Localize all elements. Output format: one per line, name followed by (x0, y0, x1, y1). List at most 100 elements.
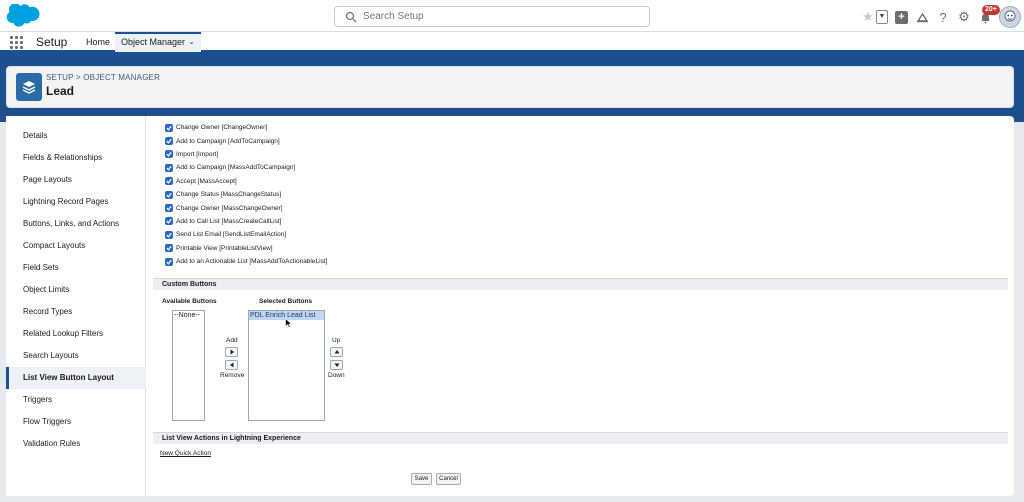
checkbox-label: Printable View [PrintableListView] (176, 244, 273, 252)
search-icon (345, 11, 357, 23)
chevron-down-icon[interactable]: ⌄ (188, 34, 195, 50)
move-down-button[interactable] (330, 360, 343, 370)
chevron-down-icon[interactable]: ▼ (876, 10, 888, 24)
bell-icon[interactable]: 20+ (978, 5, 1000, 24)
sidebar-item-page-layouts[interactable]: Page Layouts (6, 169, 146, 191)
trailhead-icon[interactable] (915, 10, 929, 24)
header-utility-icons: ★ ▼ + ? ⚙ 20+ (862, 5, 1021, 28)
check-icon (166, 152, 172, 158)
list-item: Accept [MassAccept] (165, 175, 327, 188)
sidebar-item-triggers[interactable]: Triggers (6, 389, 146, 411)
check-icon (166, 259, 172, 265)
arrow-right-icon (230, 349, 234, 355)
checkbox[interactable] (165, 150, 173, 159)
object-page-header: SETUP > OBJECT MANAGER Lead (6, 66, 1014, 108)
list-item: Add to Campaign [MassAddToCampaign] (165, 161, 327, 174)
sidebar-item-lightning-record-pages[interactable]: Lightning Record Pages (6, 191, 146, 213)
list-item: Add to an Actionable List [MassAddToActi… (165, 255, 327, 268)
standard-buttons-list: Change Owner [ChangeOwner] Add to Campai… (165, 121, 327, 268)
arrow-left-icon (229, 362, 233, 368)
remove-button[interactable] (225, 360, 238, 370)
check-icon (166, 232, 172, 238)
check-icon (166, 246, 172, 251)
selected-buttons-label: Selected Buttons (259, 298, 313, 305)
list-item: Send List Email [SendListEmailAction] (165, 228, 327, 241)
checkbox-label: Change Owner [ChangeOwner] (176, 124, 268, 132)
checkbox[interactable] (165, 163, 173, 172)
list-item: Add to Call List [MassCreateCallList] (165, 215, 327, 228)
app-launcher-icon[interactable] (10, 36, 23, 49)
salesforce-logo-icon[interactable] (6, 4, 42, 28)
list-item: Change Owner [ChangeOwner] (165, 121, 327, 134)
star-icon[interactable]: ★ (862, 10, 876, 24)
checkbox[interactable] (165, 177, 173, 186)
list-item[interactable]: --None-- (173, 311, 204, 320)
cancel-button[interactable]: Cancel (436, 473, 461, 485)
sidebar-item-object-limits[interactable]: Object Limits (6, 279, 146, 301)
checkbox[interactable] (165, 204, 173, 213)
checkbox-label: Import [Import] (176, 150, 219, 158)
checkbox[interactable] (165, 190, 173, 199)
check-icon (166, 205, 172, 211)
checkbox-label: Change Owner [MassChangeOwner] (176, 204, 283, 212)
save-button[interactable]: Save (411, 473, 432, 485)
check-icon (166, 179, 172, 184)
favorites-group: ★ ▼ (862, 10, 888, 24)
checkbox[interactable] (165, 257, 173, 266)
gear-icon[interactable]: ⚙ (957, 9, 971, 24)
object-sidebar: Details Fields & Relationships Page Layo… (6, 116, 146, 496)
add-label: Add (226, 337, 238, 344)
arrow-down-icon (334, 363, 339, 367)
search-input[interactable] (363, 9, 643, 24)
checkbox[interactable] (165, 137, 173, 146)
sidebar-item-validation-rules[interactable]: Validation Rules (6, 433, 146, 455)
move-up-button[interactable] (330, 347, 343, 357)
sidebar-item-related-lookup-filters[interactable]: Related Lookup Filters (6, 323, 146, 345)
app-name: Setup (36, 35, 68, 49)
sidebar-item-field-sets[interactable]: Field Sets (6, 257, 146, 279)
notification-badge: 20+ (982, 5, 1000, 15)
sidebar-item-details[interactable]: Details (6, 125, 146, 147)
tab-home[interactable]: Home (80, 32, 116, 52)
page-title: Lead (46, 84, 75, 98)
global-search[interactable] (334, 6, 650, 27)
lightning-actions-section-header: List View Actions in Lightning Experienc… (153, 432, 1008, 444)
sidebar-item-flow-triggers[interactable]: Flow Triggers (6, 411, 146, 433)
checkbox-label: Add to an Actionable List [MassAddToActi… (176, 258, 328, 266)
breadcrumb[interactable]: SETUP > OBJECT MANAGER (46, 73, 160, 82)
mouse-cursor-icon (285, 318, 293, 328)
object-layers-icon (16, 73, 42, 101)
global-header: ★ ▼ + ? ⚙ 20+ (0, 0, 1024, 32)
sidebar-item-list-view-button-layout[interactable]: List View Button Layout (6, 367, 146, 389)
checkbox[interactable] (165, 217, 173, 226)
checkbox-label: Change Status [MassChangeStatus] (176, 191, 282, 199)
list-item: Change Status [MassChangeStatus] (165, 188, 327, 201)
check-icon (166, 165, 172, 171)
check-icon (166, 125, 172, 131)
avatar[interactable] (999, 6, 1021, 28)
sidebar-item-fields-relationships[interactable]: Fields & Relationships (6, 147, 146, 169)
check-icon (166, 219, 172, 225)
checkbox-label: Add to Campaign [MassAddToCampaign] (176, 164, 296, 172)
sidebar-item-compact-layouts[interactable]: Compact Layouts (6, 235, 146, 257)
sidebar-item-buttons-links-actions[interactable]: Buttons, Links, and Actions (6, 213, 146, 235)
sidebar-item-search-layouts[interactable]: Search Layouts (6, 345, 146, 367)
remove-label: Remove (220, 372, 245, 379)
tab-object-manager[interactable]: Object Manager ⌄ (115, 32, 201, 52)
checkbox-label: Send List Email [SendListEmailAction] (176, 231, 287, 239)
help-icon[interactable]: ? (936, 10, 950, 25)
list-item: Add to Campaign [AddToCampaign] (165, 134, 327, 147)
list-item: Import [Import] (165, 148, 327, 161)
checkbox-label: Add to Campaign [AddToCampaign] (176, 137, 280, 145)
custom-buttons-section-header: Custom Buttons (153, 278, 1008, 290)
up-label: Up (332, 337, 341, 344)
available-buttons-listbox[interactable]: --None-- (172, 310, 205, 421)
list-item: Printable View [PrintableListView] (165, 242, 327, 255)
sidebar-item-record-types[interactable]: Record Types (6, 301, 146, 323)
new-quick-action-link[interactable]: New Quick Action (160, 450, 211, 457)
checkbox[interactable] (165, 230, 173, 239)
add-button[interactable] (225, 347, 238, 357)
global-actions-plus-icon[interactable]: + (895, 10, 908, 24)
checkbox[interactable] (165, 244, 173, 253)
checkbox[interactable] (165, 123, 173, 132)
